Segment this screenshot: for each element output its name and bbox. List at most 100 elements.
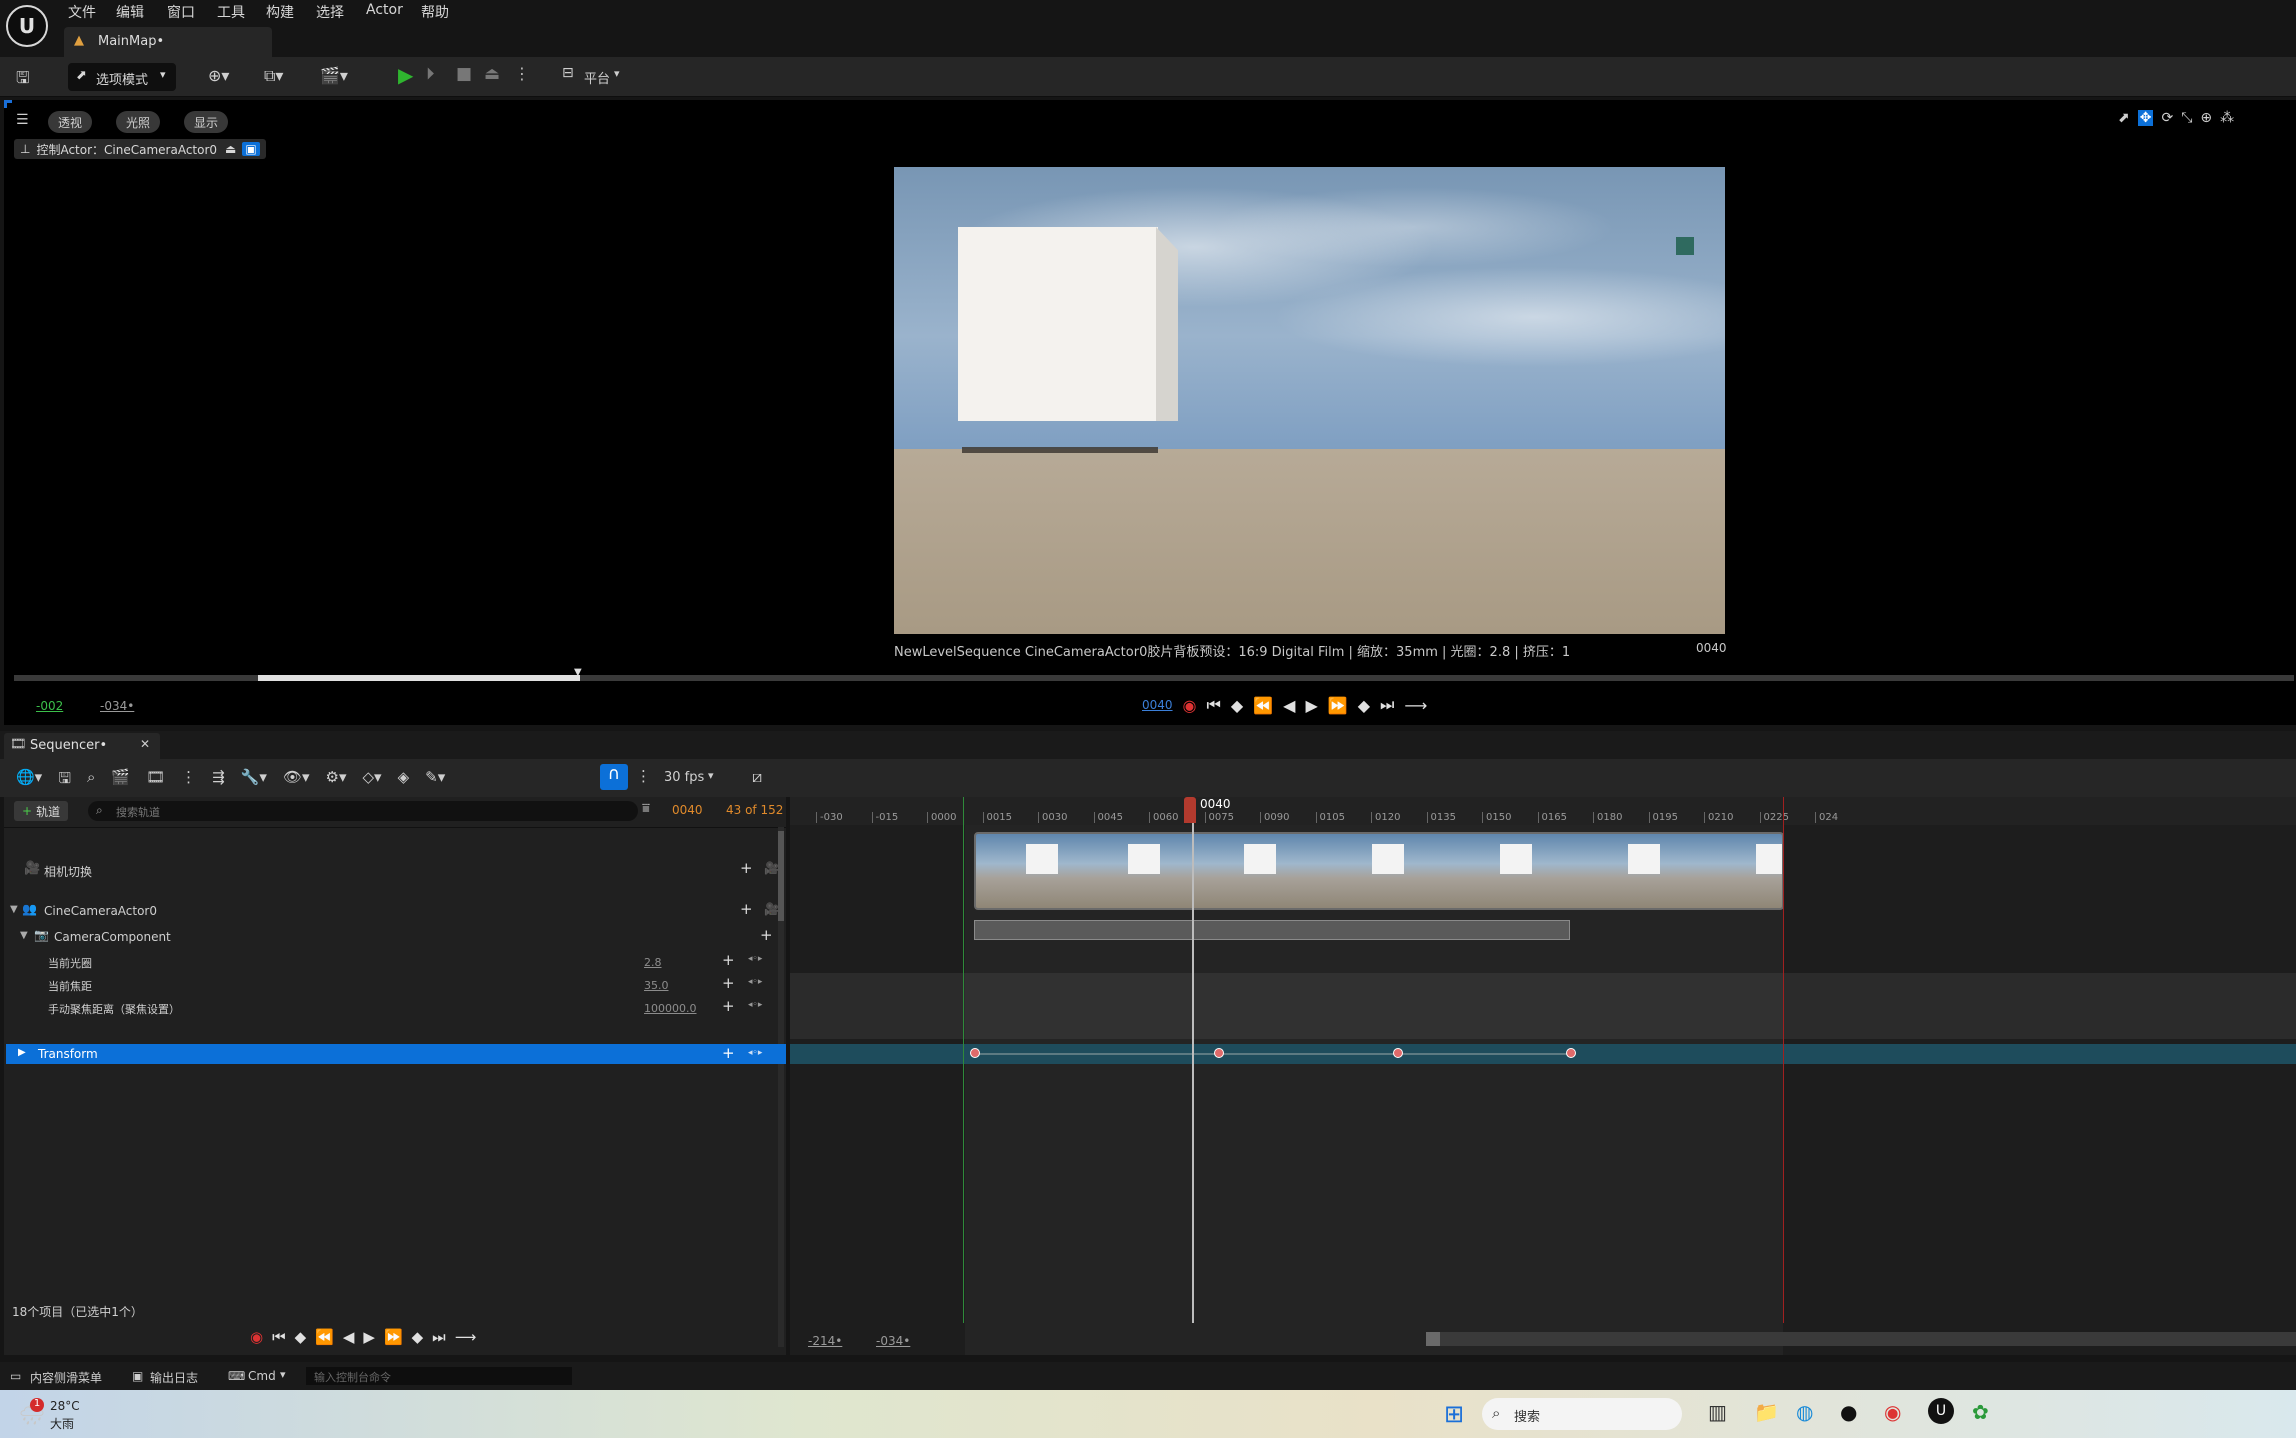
play-forward-icon[interactable]: ▶: [363, 1328, 375, 1346]
unreal-logo-icon[interactable]: U: [6, 5, 48, 47]
menu-build[interactable]: 构建: [266, 2, 294, 22]
track-component[interactable]: CameraComponent: [54, 930, 171, 944]
world-icon[interactable]: 🌐▾: [16, 768, 42, 793]
prev-key-icon[interactable]: ◆: [295, 1328, 307, 1346]
world-space-icon[interactable]: ⊕: [2200, 110, 2212, 126]
keyframe[interactable]: [1566, 1048, 1576, 1058]
file-explorer-icon[interactable]: 📁: [1754, 1400, 1779, 1424]
camera-toggle-icon[interactable]: ▣: [242, 142, 260, 156]
edge-icon[interactable]: ◍: [1796, 1400, 1813, 1424]
prev-key-icon[interactable]: ◆: [1231, 696, 1243, 715]
prev-frame-icon[interactable]: ⏪: [1253, 696, 1273, 715]
more-options-icon[interactable]: ⋮: [514, 64, 530, 83]
key-nav-icon[interactable]: ◂◦▸: [748, 954, 762, 964]
pilot-pin-icon[interactable]: ⊥: [20, 142, 30, 156]
chip-lighting[interactable]: 光照: [116, 111, 161, 133]
save-sequence-icon[interactable]: 🖫: [58, 768, 71, 793]
play-icon[interactable]: ▶: [398, 63, 413, 87]
content-drawer-icon[interactable]: ▭: [10, 1369, 21, 1383]
content-drawer-button[interactable]: 内容侧滑菜单: [30, 1369, 102, 1386]
cinematics-icon[interactable]: 🎬▾: [320, 66, 348, 85]
go-start-icon[interactable]: ⏮: [272, 1328, 286, 1346]
snap-options-icon[interactable]: ⋮: [636, 767, 651, 785]
add-key-icon[interactable]: +: [722, 997, 735, 1015]
mode-select-button[interactable]: ⬈ 选项模式 ▾: [68, 63, 176, 91]
camera-cut-section[interactable]: [974, 832, 1784, 910]
windows-start-icon[interactable]: ⊞: [1444, 1400, 1464, 1428]
add-key-icon[interactable]: +: [740, 859, 753, 877]
key-nav-icon[interactable]: ◂◦▸: [748, 977, 762, 987]
focal-value[interactable]: 35.0: [644, 979, 669, 992]
next-key-icon[interactable]: ◆: [1358, 696, 1370, 715]
menu-file[interactable]: 文件: [68, 2, 96, 22]
camera-lock-icon[interactable]: 🎥: [764, 902, 779, 916]
move-tool-icon[interactable]: ✥: [2137, 110, 2154, 126]
menu-actor[interactable]: Actor: [366, 2, 403, 18]
fps-select[interactable]: 30 fps: [664, 770, 704, 785]
track-transform-row[interactable]: ▶ Transform + ◂◦▸: [6, 1044, 786, 1064]
key-nav-icon[interactable]: ◂◦▸: [748, 1048, 762, 1058]
play-forward-icon[interactable]: ▶: [1305, 696, 1317, 715]
clapper-icon[interactable]: 🎞: [146, 768, 165, 793]
auto-key-icon[interactable]: ◈: [398, 768, 410, 793]
stop-icon[interactable]: ■: [456, 64, 472, 84]
output-log-button[interactable]: 输出日志: [150, 1369, 198, 1386]
record-icon[interactable]: ◉: [250, 1328, 263, 1346]
eject-pilot-icon[interactable]: ⏏: [225, 142, 236, 156]
loop-icon[interactable]: ⟶: [1404, 696, 1427, 715]
add-key-icon[interactable]: +: [760, 926, 773, 944]
wechat-icon[interactable]: ✿: [1972, 1400, 1989, 1424]
add-key-icon[interactable]: +: [740, 900, 753, 918]
camera-lock-icon[interactable]: 🎥: [764, 861, 779, 875]
key-icon[interactable]: ◇▾: [363, 768, 382, 793]
console-input[interactable]: 输入控制台命令: [306, 1367, 572, 1385]
menu-edit[interactable]: 编辑: [116, 2, 144, 22]
taskbar-search[interactable]: ⌕ 搜索: [1482, 1398, 1682, 1430]
go-end-icon[interactable]: ⏭: [1380, 695, 1394, 715]
edit-icon[interactable]: ✎▾: [425, 768, 445, 793]
focus-value[interactable]: 100000.0: [644, 1002, 697, 1015]
expand-arrow-icon[interactable]: ▶: [18, 1047, 26, 1058]
keyframe[interactable]: [1393, 1048, 1403, 1058]
snap-icon[interactable]: ∩: [600, 764, 628, 790]
blueprint-icon[interactable]: ⧉▾: [264, 66, 283, 86]
go-end-icon[interactable]: ⏭: [432, 1328, 446, 1346]
menu-tools[interactable]: 工具: [217, 2, 245, 22]
add-key-icon[interactable]: +: [722, 951, 735, 969]
tab-sequencer[interactable]: 🎞 Sequencer• ✕: [4, 733, 160, 759]
track-focal[interactable]: 当前焦距: [48, 978, 92, 994]
start-marker[interactable]: [963, 797, 964, 1323]
select-tool-icon[interactable]: ⬈: [2118, 110, 2130, 126]
prev-frame-icon[interactable]: ⏪: [315, 1328, 334, 1346]
output-log-icon[interactable]: ▣: [132, 1369, 143, 1383]
track-focus-distance[interactable]: 手动聚焦距离（聚焦设置）: [48, 1001, 180, 1017]
next-frame-icon[interactable]: ⏩: [384, 1328, 403, 1346]
loop-icon[interactable]: ⟶: [455, 1328, 477, 1346]
platform-button[interactable]: 平台: [584, 68, 610, 87]
chrome-icon[interactable]: ◉: [1884, 1400, 1901, 1424]
app-icon[interactable]: ●: [1840, 1400, 1857, 1424]
view-range-start[interactable]: -214•: [808, 1334, 842, 1348]
view-range-end[interactable]: -034•: [876, 1334, 910, 1348]
settings-icon[interactable]: 🔧▾: [241, 768, 267, 793]
scrub-playhead-icon[interactable]: ▼: [574, 667, 582, 678]
menu-window[interactable]: 窗口: [167, 2, 195, 22]
record-icon[interactable]: ◉: [1183, 696, 1197, 715]
add-actor-icon[interactable]: ⊕▾: [208, 66, 229, 85]
add-key-icon[interactable]: +: [722, 974, 735, 992]
filter-icon[interactable]: ⩸: [642, 801, 650, 816]
expand-arrow-icon[interactable]: ▼: [10, 904, 18, 915]
track-options-icon[interactable]: ⇶: [212, 768, 225, 793]
browse-icon[interactable]: ⌕: [87, 768, 95, 793]
playhead-line[interactable]: [1192, 808, 1194, 1323]
scale-tool-icon[interactable]: ⤡: [2181, 110, 2192, 126]
rotate-tool-icon[interactable]: ⟳: [2161, 110, 2173, 126]
task-view-icon[interactable]: ▥: [1708, 1400, 1727, 1424]
add-track-button[interactable]: + 轨道: [14, 801, 69, 821]
platform-icon[interactable]: ⊟: [562, 65, 574, 81]
next-frame-icon[interactable]: ⏩: [1328, 696, 1348, 715]
track-actor[interactable]: CineCameraActor0: [44, 904, 157, 918]
chip-show[interactable]: 显示: [184, 111, 229, 133]
cmd-select[interactable]: Cmd: [248, 1369, 276, 1383]
key-nav-icon[interactable]: ◂◦▸: [748, 1000, 762, 1010]
